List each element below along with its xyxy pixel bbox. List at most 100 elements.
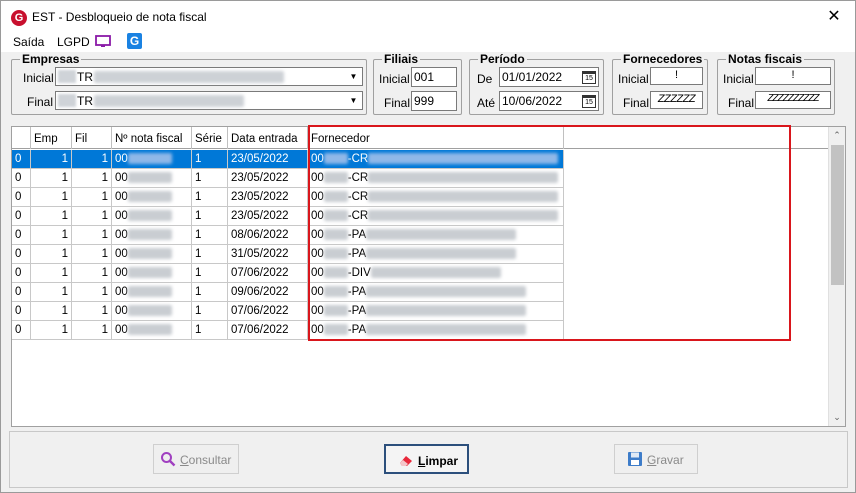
fornecedor-code-prefix: 00 xyxy=(311,286,324,298)
scroll-thumb[interactable] xyxy=(831,145,844,285)
fornecedor-name-prefix: -PA xyxy=(347,324,367,336)
notas-final-input[interactable]: ZZZZZZZZZZ xyxy=(755,91,831,109)
header-emp[interactable]: Emp xyxy=(31,127,72,149)
cell-indicator: 0 xyxy=(12,150,31,169)
cell-fornecedor: 00 -PA xyxy=(308,226,564,245)
nota-fiscal-redacted xyxy=(127,210,172,222)
fornecedor-name-redacted xyxy=(366,286,527,298)
cell-nota-fiscal: 00 xyxy=(112,150,192,169)
cell-fil: 1 xyxy=(72,283,112,302)
table-row[interactable]: 0 1 1 00 1 23/05/2022 00 -CR xyxy=(12,169,829,188)
empresa-code-redacted xyxy=(58,94,76,107)
header-serie[interactable]: Série xyxy=(192,127,228,149)
scroll-down-icon[interactable]: ⌄ xyxy=(829,409,845,426)
cell-serie: 1 xyxy=(192,226,228,245)
fornecedor-code-prefix: 00 xyxy=(311,305,324,317)
table-row[interactable]: 0 1 1 00 1 31/05/2022 00 -PA xyxy=(12,245,829,264)
fornecedor-name-redacted xyxy=(368,191,559,203)
chevron-down-icon[interactable]: ▼ xyxy=(346,93,361,108)
fornecedor-name-prefix: -CR xyxy=(347,172,369,184)
empresas-inicial-combo[interactable]: TR ▼ xyxy=(55,67,363,86)
filiais-inicial-input[interactable]: 001 xyxy=(411,67,457,87)
cell-fornecedor: 00 -CR xyxy=(308,169,564,188)
periodo-de-input[interactable]: 01/01/2022 15 xyxy=(499,67,599,87)
empresas-legend: Empresas xyxy=(22,52,80,66)
notas-inicial-input[interactable]: ! xyxy=(755,67,831,85)
header-nota-fiscal[interactable]: Nº nota fiscal xyxy=(112,127,192,149)
table-row[interactable]: 0 1 1 00 1 09/06/2022 00 -PA xyxy=(12,283,829,302)
cell-indicator: 0 xyxy=(12,302,31,321)
cell-fil: 1 xyxy=(72,264,112,283)
fornecedores-final-input[interactable]: ZZZZZZ xyxy=(650,91,703,109)
cell-serie: 1 xyxy=(192,207,228,226)
fornecedores-inicial-input[interactable]: ! xyxy=(650,67,703,85)
cell-fil: 1 xyxy=(72,207,112,226)
periodo-ate-input[interactable]: 10/06/2022 15 xyxy=(499,91,599,111)
empresas-inicial-label: Inicial xyxy=(23,71,54,85)
cell-data-entrada: 09/06/2022 xyxy=(228,283,308,302)
fornecedor-code-prefix: 00 xyxy=(311,172,324,184)
gravar-label: ravar xyxy=(656,453,684,467)
menu-saida[interactable]: Saída xyxy=(13,35,44,49)
vertical-scrollbar[interactable]: ⌃ ⌄ xyxy=(828,127,845,426)
calendar-icon[interactable]: 15 xyxy=(582,95,596,108)
filiais-final-label: Final xyxy=(384,96,411,110)
cell-fornecedor: 00 -PA xyxy=(308,302,564,321)
notas-grid[interactable]: Emp Fil Nº nota fiscal Série Data entrad… xyxy=(11,126,846,427)
chevron-down-icon[interactable]: ▼ xyxy=(346,69,361,84)
fornecedor-code-prefix: 00 xyxy=(311,229,324,241)
close-button[interactable]: ✕ xyxy=(823,6,845,28)
limpar-label: impar xyxy=(425,454,459,468)
header-data-entrada[interactable]: Data entrada xyxy=(228,127,308,149)
cell-fil: 1 xyxy=(72,169,112,188)
grid-header: Emp Fil Nº nota fiscal Série Data entrad… xyxy=(12,127,829,149)
nota-fiscal-redacted xyxy=(127,191,172,203)
magnifier-icon xyxy=(161,452,176,467)
cell-data-entrada: 23/05/2022 xyxy=(228,169,308,188)
fornecedor-name-prefix: -CR xyxy=(347,210,369,222)
scroll-up-icon[interactable]: ⌃ xyxy=(829,127,845,144)
consultar-button[interactable]: Consultar xyxy=(153,444,239,474)
empresa-name-redacted xyxy=(94,95,244,107)
g-brand-icon[interactable]: G xyxy=(127,33,142,49)
limpar-button[interactable]: Limpar xyxy=(384,444,469,474)
header-fil[interactable]: Fil xyxy=(72,127,112,149)
cell-nota-fiscal: 00 xyxy=(112,245,192,264)
table-row[interactable]: 0 1 1 00 1 07/06/2022 00 -DIV xyxy=(12,264,829,283)
fornecedor-name-prefix: -PA xyxy=(347,286,367,298)
filiais-final-input[interactable]: 999 xyxy=(411,91,457,111)
monitor-icon[interactable] xyxy=(95,35,111,48)
fornecedor-code-redacted xyxy=(323,324,348,336)
notas-legend: Notas fiscais xyxy=(728,52,803,66)
filiais-inicial-label: Inicial xyxy=(379,72,410,86)
gravar-button[interactable]: Gravar xyxy=(614,444,698,474)
fornecedor-name-prefix: -DIV xyxy=(347,267,371,279)
fornecedor-name-redacted xyxy=(366,305,527,317)
cell-serie: 1 xyxy=(192,321,228,340)
menu-lgpd[interactable]: LGPD xyxy=(57,35,90,49)
table-row[interactable]: 0 1 1 00 1 07/06/2022 00 -PA xyxy=(12,321,829,340)
cell-indicator: 0 xyxy=(12,245,31,264)
header-fornecedor[interactable]: Fornecedor xyxy=(308,127,564,149)
cell-emp: 1 xyxy=(31,150,72,169)
fornecedor-code-redacted xyxy=(323,191,348,203)
calendar-icon[interactable]: 15 xyxy=(582,71,596,84)
table-row[interactable]: 0 1 1 00 1 23/05/2022 00 -CR xyxy=(12,207,829,226)
fornecedor-name-redacted xyxy=(366,229,517,241)
cell-emp: 1 xyxy=(31,226,72,245)
fornecedor-code-prefix: 00 xyxy=(311,210,324,222)
table-row[interactable]: 0 1 1 00 1 23/05/2022 00 -CR xyxy=(12,150,829,169)
cell-emp: 1 xyxy=(31,264,72,283)
cell-indicator: 0 xyxy=(12,207,31,226)
consultar-label: onsultar xyxy=(188,453,232,467)
cell-indicator: 0 xyxy=(12,169,31,188)
table-row[interactable]: 0 1 1 00 1 07/06/2022 00 -PA xyxy=(12,302,829,321)
cell-emp: 1 xyxy=(31,302,72,321)
table-row[interactable]: 0 1 1 00 1 23/05/2022 00 -CR xyxy=(12,188,829,207)
cell-fornecedor: 00 -DIV xyxy=(308,264,564,283)
cell-data-entrada: 07/06/2022 xyxy=(228,321,308,340)
cell-emp: 1 xyxy=(31,188,72,207)
empresas-final-combo[interactable]: TR ▼ xyxy=(55,91,363,110)
table-row[interactable]: 0 1 1 00 1 08/06/2022 00 -PA xyxy=(12,226,829,245)
cell-serie: 1 xyxy=(192,150,228,169)
